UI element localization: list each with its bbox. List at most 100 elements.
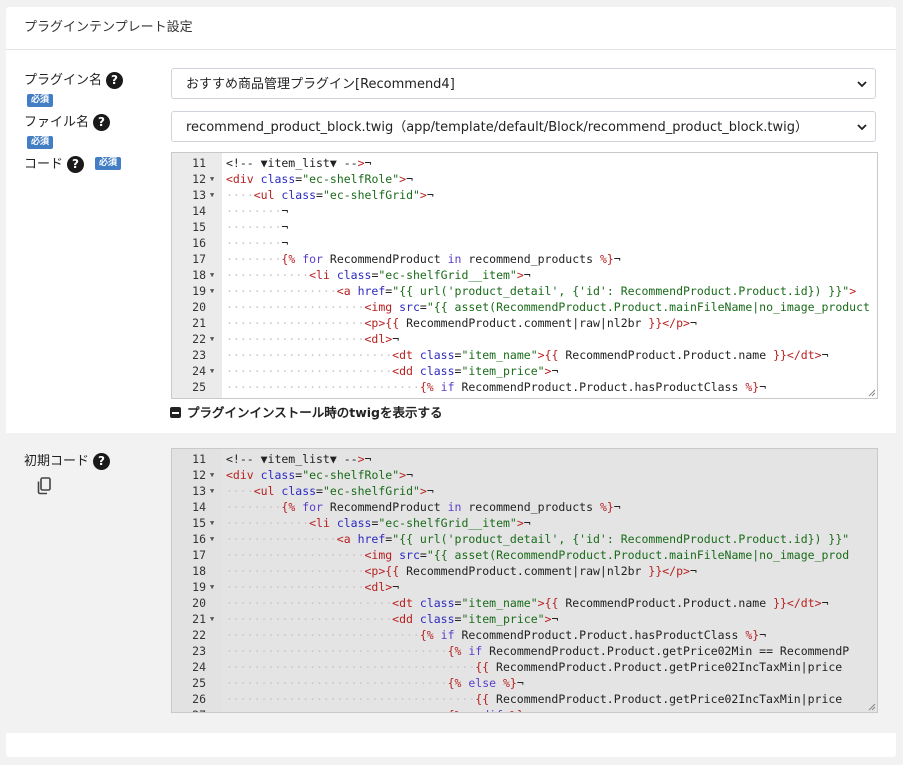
line-number: 11 [192, 156, 206, 170]
line-number: 26 [172, 395, 206, 398]
code-line: ························<dd class="item_… [226, 612, 559, 626]
fold-arrow-icon[interactable]: ▼ [210, 171, 214, 187]
code-label-text: コード [24, 157, 64, 172]
editor-gutter: 11 12 ▼ 13 ▼ 14 15 ▼ 16 ▼ 17 18 19 ▼ 20 21 ▼ 22 23 24 25 2627 [172, 449, 222, 712]
code-line: ································{% if Re… [226, 644, 850, 658]
fold-arrow-icon[interactable]: ▼ [210, 579, 214, 595]
show-install-twig-label: プラグインインストール時のtwigを表示する [187, 405, 443, 420]
code-line: <div class="ec-shelfRole">¬ [226, 468, 414, 482]
chevron-down-icon [857, 81, 867, 88]
file-name-label: ファイル名? [24, 111, 111, 131]
code-editor[interactable]: 11 12 ▼ 13 ▼ 14 15 16 17 18 ▼ 19 ▼ 20 21 22 ▼ 23 24 ▼ 2526 <… [171, 152, 878, 399]
required-badge: 必須 [27, 136, 54, 149]
line-number: 12 [192, 172, 206, 186]
code-line: ························<dt class="item_… [226, 348, 829, 362]
line-number: 27 [172, 707, 206, 712]
code-line: ····················<p>{{ RecommendProdu… [226, 316, 697, 330]
line-number: 21 [192, 316, 206, 330]
question-circle-icon[interactable]: ? [93, 114, 111, 131]
code-line: ························<dt class="item_… [226, 596, 829, 610]
line-number: 24 [192, 660, 206, 674]
line-number: 22 [192, 628, 206, 642]
initial-code-editor[interactable]: 11 12 ▼ 13 ▼ 14 15 ▼ 16 ▼ 17 18 19 ▼ 20 21 ▼ 22 23 24 25 2627… [171, 448, 878, 713]
code-line: ····························{% if Recomm… [226, 628, 767, 642]
code-line: ········{% for RecommendProduct in recom… [226, 500, 621, 514]
code-line: ············<li class="ec-shelfGrid__ite… [226, 516, 531, 530]
fold-arrow-icon[interactable]: ▼ [210, 363, 214, 379]
code-line: ································{% endif… [226, 707, 524, 712]
resize-handle-icon[interactable] [868, 703, 876, 711]
editor-content[interactable]: <!-- ▼item_list▼ -->¬ <div class="ec-shel… [222, 153, 877, 398]
code-line: ····························{% if Recomm… [226, 380, 767, 394]
line-number: 23 [192, 644, 206, 658]
line-number: 16 [192, 532, 206, 546]
line-number: 23 [192, 348, 206, 362]
line-number: 17 [192, 252, 206, 266]
code-line: ········¬ [226, 220, 289, 234]
fold-arrow-icon[interactable]: ▼ [210, 467, 214, 483]
plugin-template-settings-card: プラグインテンプレート設定 プラグイン名? 必須 おすすめ商品管理プラグイン[R… [6, 7, 896, 757]
line-number: 17 [192, 548, 206, 562]
fold-arrow-icon[interactable]: ▼ [210, 531, 214, 547]
question-circle-icon[interactable]: ? [93, 453, 111, 470]
line-number: 22 [192, 332, 206, 346]
fold-arrow-icon[interactable]: ▼ [210, 267, 214, 283]
code-line: <div class="ec-shelfRole">¬ [226, 172, 414, 186]
code-line: ····································{{ R… [226, 692, 843, 706]
required-badge: 必須 [95, 157, 122, 170]
line-number: 11 [192, 452, 206, 466]
line-number: 19 [192, 580, 206, 594]
file-name-select-value: recommend_product_block.twig（app/templat… [186, 120, 808, 135]
code-line: ····<ul class="ec-shelfGrid">¬ [226, 188, 434, 202]
resize-handle-icon[interactable] [868, 389, 876, 397]
question-circle-icon[interactable]: ? [67, 156, 85, 173]
copy-icon[interactable] [35, 476, 55, 496]
line-number: 13 [192, 484, 206, 498]
line-number: 18 [192, 564, 206, 578]
fold-arrow-icon[interactable]: ▼ [210, 483, 214, 499]
code-line: ········¬ [226, 236, 289, 250]
line-number: 14 [192, 204, 206, 218]
code-line: ····················<dl>¬ [226, 580, 400, 594]
code-line: <!-- ▼item_list▼ -->¬ [226, 156, 372, 170]
editor-gutter: 11 12 ▼ 13 ▼ 14 15 16 17 18 ▼ 19 ▼ 20 21 22 ▼ 23 24 ▼ 2526 [172, 153, 222, 398]
code-line: ························<dd class="item_… [226, 364, 559, 378]
editor-content[interactable]: <!-- ▼item_list▼ -->¬ <div class="ec-shel… [222, 449, 877, 712]
code-line: ············<li class="ec-shelfGrid__ite… [226, 268, 531, 282]
plugin-name-select[interactable]: おすすめ商品管理プラグイン[Recommend4] [171, 68, 876, 99]
line-number: 20 [192, 300, 206, 314]
file-name-label-text: ファイル名 [24, 115, 90, 130]
code-line: ····································{{ R… [226, 660, 843, 674]
fold-arrow-icon[interactable]: ▼ [210, 611, 214, 627]
code-line: ································{% if Re… [226, 395, 849, 398]
line-number: 12 [192, 468, 206, 482]
minus-square-icon [170, 407, 181, 418]
code-line: ····················<img src="{{ asset(R… [226, 300, 870, 314]
file-name-select[interactable]: recommend_product_block.twig（app/templat… [171, 111, 876, 142]
initial-code-label-text: 初期コード [24, 454, 90, 469]
line-number: 25 [192, 380, 206, 394]
fold-arrow-icon[interactable]: ▼ [210, 283, 214, 299]
show-install-twig-toggle[interactable]: プラグインインストール時のtwigを表示する [170, 402, 443, 421]
code-line: ················<a href="{{ url('product… [226, 284, 857, 298]
question-circle-icon[interactable]: ? [106, 72, 124, 89]
line-number: 24 [192, 364, 206, 378]
code-line: ················<a href="{{ url('product… [226, 532, 850, 546]
fold-arrow-icon[interactable]: ▼ [210, 331, 214, 347]
plugin-name-select-value: おすすめ商品管理プラグイン[Recommend4] [186, 77, 455, 92]
code-line: ····················<img src="{{ asset(R… [226, 548, 850, 562]
code-line: ····<ul class="ec-shelfGrid">¬ [226, 484, 434, 498]
code-line: ································{% else … [226, 676, 524, 690]
chevron-down-icon [857, 124, 867, 131]
line-number: 20 [192, 596, 206, 610]
fold-arrow-icon[interactable]: ▼ [210, 187, 214, 203]
fold-arrow-icon[interactable]: ▼ [210, 515, 214, 531]
line-number: 18 [192, 268, 206, 282]
line-number: 19 [192, 284, 206, 298]
required-badge: 必須 [27, 94, 54, 107]
line-number: 13 [192, 188, 206, 202]
plugin-name-label-text: プラグイン名 [24, 73, 103, 88]
code-line: ········{% for RecommendProduct in recom… [226, 252, 621, 266]
code-line: ········¬ [226, 204, 289, 218]
line-number: 26 [192, 692, 206, 706]
